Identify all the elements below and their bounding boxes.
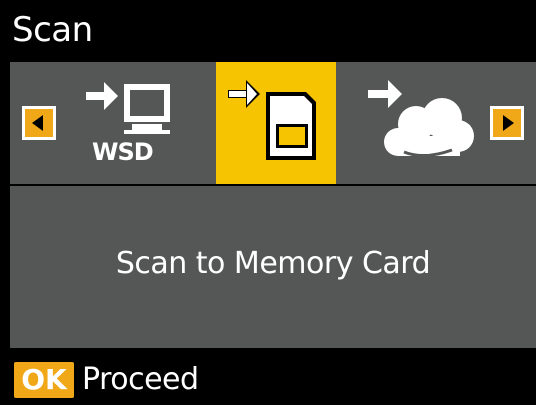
- scan-to-memory-card-icon: [228, 80, 316, 160]
- option-scan-to-cloud[interactable]: [354, 62, 484, 184]
- previous-option-button[interactable]: [22, 106, 56, 140]
- option-scan-to-memory-card[interactable]: [216, 62, 336, 184]
- arrow-left-icon: [32, 115, 43, 131]
- next-option-button[interactable]: [490, 106, 524, 140]
- wsd-badge: WSD: [92, 138, 154, 166]
- screen-title: Scan: [0, 0, 536, 60]
- proceed-label: Proceed: [82, 362, 199, 397]
- option-scan-to-wsd[interactable]: WSD: [72, 62, 207, 184]
- selected-option-panel: Scan to Memory Card: [10, 186, 536, 348]
- printer-lcd-screen: Scan WSD Scan to Memory Card OK Proceed: [0, 0, 536, 405]
- scan-option-carousel: WSD: [10, 62, 536, 184]
- ok-key-button[interactable]: OK: [14, 362, 74, 398]
- selected-option-label: Scan to Memory Card: [115, 246, 431, 281]
- scan-to-cloud-icon: [368, 80, 474, 157]
- footer-bar: OK Proceed: [0, 350, 536, 405]
- arrow-right-icon: [503, 115, 514, 131]
